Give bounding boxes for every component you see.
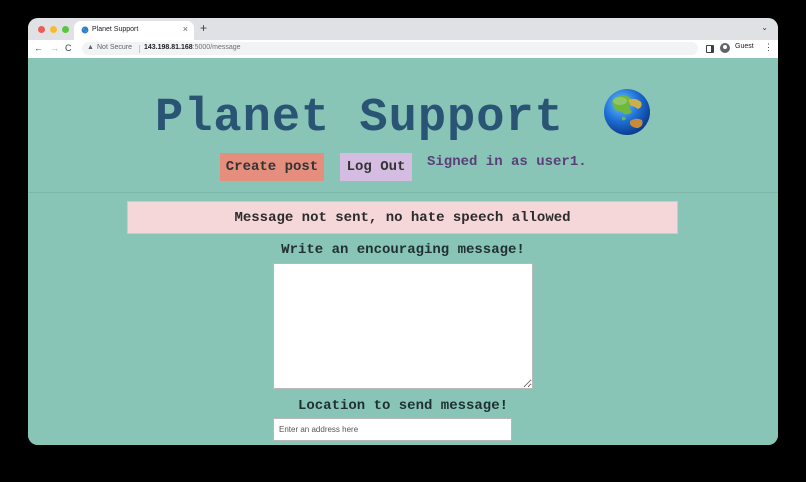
header-divider bbox=[28, 192, 778, 193]
security-label[interactable]: Not Secure bbox=[97, 44, 132, 51]
signed-in-status: Signed in as user1. bbox=[427, 154, 587, 170]
page-content: Planet Support Create post Log Out Signe… bbox=[28, 58, 778, 445]
message-label: Write an encouraging message! bbox=[281, 242, 525, 258]
create-post-button[interactable]: Create post bbox=[220, 153, 324, 181]
url-divider bbox=[139, 45, 140, 53]
minimize-window-icon[interactable] bbox=[50, 26, 57, 33]
back-button[interactable]: ← bbox=[34, 43, 43, 53]
profile-icon[interactable] bbox=[720, 43, 730, 53]
url-host: 143.198.81.168 bbox=[144, 44, 193, 51]
url-text[interactable]: 143.198.81.168:5000/message bbox=[144, 44, 241, 51]
warning-icon[interactable]: ▲ bbox=[87, 44, 94, 51]
menu-icon[interactable]: ⋮ bbox=[764, 42, 773, 53]
side-panel-icon[interactable] bbox=[706, 45, 714, 53]
globe-icon bbox=[81, 26, 89, 34]
url-path: :5000/message bbox=[192, 44, 241, 51]
reload-button[interactable]: C bbox=[65, 43, 72, 53]
new-tab-button[interactable]: + bbox=[200, 21, 207, 35]
tab-search-icon[interactable]: ⌄ bbox=[761, 23, 768, 32]
globe-asia-australia-icon bbox=[604, 89, 650, 135]
address-bar[interactable]: ▲ Not Secure 143.198.81.168:5000/message bbox=[82, 42, 698, 55]
flash-message: Message not sent, no hate speech allowed bbox=[234, 209, 571, 226]
message-textarea[interactable] bbox=[273, 263, 533, 389]
forward-button[interactable]: → bbox=[50, 43, 59, 53]
maximize-window-icon[interactable] bbox=[62, 26, 69, 33]
browser-toolbar: ← → C ▲ Not Secure 143.198.81.168:5000/m… bbox=[28, 40, 778, 59]
profile-name[interactable]: Guest bbox=[735, 43, 754, 50]
browser-tab[interactable]: Planet Support × bbox=[74, 21, 194, 40]
log-out-button[interactable]: Log Out bbox=[340, 153, 412, 181]
tab-bar: Planet Support × + ⌄ bbox=[28, 18, 778, 40]
tab-close-icon[interactable]: × bbox=[183, 24, 188, 34]
browser-window: Planet Support × + ⌄ ← → C ▲ Not Secure … bbox=[28, 18, 778, 445]
location-label: Location to send message! bbox=[297, 398, 509, 414]
flash-alert: Message not sent, no hate speech allowed bbox=[127, 201, 678, 234]
tab-title: Planet Support bbox=[92, 26, 139, 33]
page-title: Planet Support bbox=[155, 92, 564, 145]
close-window-icon[interactable] bbox=[38, 26, 45, 33]
address-input[interactable] bbox=[273, 418, 512, 441]
